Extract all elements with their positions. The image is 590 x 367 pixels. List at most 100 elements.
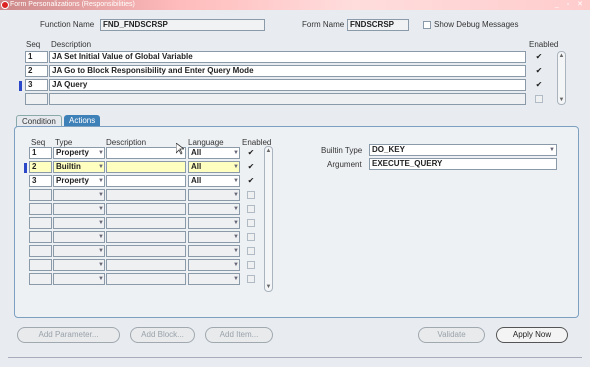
rule-description-field[interactable] [49, 93, 526, 105]
actions-seq-header: Seq [31, 138, 46, 147]
action-seq-field[interactable] [29, 189, 52, 201]
argument-field[interactable]: EXECUTE_QUERY [369, 158, 557, 170]
rules-scrollbar[interactable]: ▲ ▼ [557, 51, 566, 105]
chevron-down-icon[interactable]: ▼ [98, 246, 104, 256]
add-parameter-button[interactable]: Add Parameter... [17, 327, 120, 343]
chevron-down-icon[interactable]: ▼ [98, 148, 104, 158]
chevron-down-icon[interactable]: ▼ [233, 260, 239, 270]
current-action-indicator [24, 163, 27, 173]
chevron-down-icon[interactable]: ▼ [233, 274, 239, 284]
chevron-down-icon[interactable]: ▼ [233, 148, 239, 158]
rule-description-field[interactable]: JA Set Initial Value of Global Variable [49, 51, 526, 63]
builtin-type-label: Builtin Type [321, 146, 363, 155]
action-seq-field[interactable]: 1 [29, 147, 52, 159]
chevron-down-icon[interactable]: ▼ [233, 232, 239, 242]
chevron-down-icon[interactable]: ▼ [98, 176, 104, 186]
form-name-label: Form Name [302, 20, 345, 29]
action-seq-field[interactable] [29, 203, 52, 215]
chevron-down-icon[interactable]: ▼ [233, 204, 239, 214]
action-enabled-checkbox[interactable] [247, 261, 255, 269]
action-enabled-checkbox[interactable] [247, 275, 255, 283]
action-enabled-checkbox[interactable] [247, 247, 255, 255]
chevron-down-icon[interactable]: ▼ [98, 190, 104, 200]
chevron-down-icon[interactable]: ▼ [233, 246, 239, 256]
rule-enabled-checkbox[interactable]: ✔ [535, 67, 543, 75]
rule-seq-field[interactable] [25, 93, 48, 105]
action-seq-field[interactable] [29, 231, 52, 243]
rules-seq-header: Seq [26, 40, 41, 49]
action-description-field[interactable] [106, 147, 186, 159]
action-seq-field[interactable]: 2 [29, 161, 52, 173]
action-enabled-checkbox[interactable] [247, 233, 255, 241]
mouse-cursor-icon [176, 143, 184, 155]
add-block-button[interactable]: Add Block... [130, 327, 195, 343]
action-description-field[interactable] [106, 217, 186, 229]
oracle-app-icon [1, 1, 9, 9]
scroll-up-icon[interactable]: ▲ [558, 52, 565, 60]
current-record-indicator [19, 81, 22, 91]
action-enabled-checkbox[interactable]: ✔ [247, 177, 255, 185]
function-name-field[interactable]: FND_FNDSCRSP [100, 19, 265, 31]
chevron-down-icon[interactable]: ▼ [549, 145, 555, 155]
form-personalizations-window: Form Personalizations (Responsibilities)… [0, 0, 590, 367]
rule-description-field[interactable]: JA Go to Block Responsibility and Enter … [49, 65, 526, 77]
chevron-down-icon[interactable]: ▼ [98, 274, 104, 284]
rule-enabled-checkbox[interactable]: ✔ [535, 81, 543, 89]
action-seq-field[interactable] [29, 259, 52, 271]
action-enabled-checkbox[interactable]: ✔ [247, 163, 255, 171]
chevron-down-icon[interactable]: ▼ [98, 204, 104, 214]
action-enabled-checkbox[interactable]: ✔ [247, 149, 255, 157]
show-debug-label: Show Debug Messages [434, 20, 519, 29]
rule-description-field[interactable]: JA Query [49, 79, 526, 91]
scroll-down-icon[interactable]: ▼ [265, 283, 272, 291]
rule-enabled-checkbox[interactable]: ✔ [535, 53, 543, 61]
scroll-up-icon[interactable]: ▲ [265, 147, 272, 155]
actions-language-header: Language [188, 138, 224, 147]
chevron-down-icon[interactable]: ▼ [233, 162, 239, 172]
chevron-down-icon[interactable]: ▼ [98, 162, 104, 172]
action-description-field[interactable] [106, 161, 186, 173]
validate-button[interactable]: Validate [418, 327, 485, 343]
action-seq-field[interactable]: 3 [29, 175, 52, 187]
action-description-field[interactable] [106, 273, 186, 285]
rules-description-header: Description [51, 40, 92, 49]
action-description-field[interactable] [106, 231, 186, 243]
function-name-label: Function Name [40, 20, 95, 29]
action-description-field[interactable] [106, 175, 186, 187]
form-name-field[interactable]: FNDSCRSP [347, 19, 409, 31]
action-seq-field[interactable] [29, 273, 52, 285]
actions-description-header: Description [106, 138, 147, 147]
rule-seq-field[interactable]: 3 [25, 79, 48, 91]
chevron-down-icon[interactable]: ▼ [233, 190, 239, 200]
action-enabled-checkbox[interactable] [247, 219, 255, 227]
scroll-down-icon[interactable]: ▼ [558, 96, 565, 104]
action-description-field[interactable] [106, 245, 186, 257]
chevron-down-icon[interactable]: ▼ [98, 218, 104, 228]
action-description-field[interactable] [106, 259, 186, 271]
actions-scrollbar[interactable]: ▲ ▼ [264, 146, 273, 292]
chevron-down-icon[interactable]: ▼ [233, 218, 239, 228]
action-enabled-checkbox[interactable] [247, 205, 255, 213]
actions-type-header: Type [55, 138, 73, 147]
title-bar: Form Personalizations (Responsibilities)… [0, 0, 590, 10]
chevron-down-icon[interactable]: ▼ [98, 260, 104, 270]
add-item-button[interactable]: Add Item... [205, 327, 273, 343]
action-description-field[interactable] [106, 203, 186, 215]
chevron-down-icon[interactable]: ▼ [98, 232, 104, 242]
rules-enabled-header: Enabled [529, 40, 559, 49]
bottom-divider [8, 357, 582, 358]
action-seq-field[interactable] [29, 217, 52, 229]
window-controls[interactable]: _ ▫ ✕ [555, 0, 586, 10]
rule-enabled-checkbox[interactable] [535, 95, 543, 103]
action-description-field[interactable] [106, 189, 186, 201]
rule-seq-field[interactable]: 2 [25, 65, 48, 77]
chevron-down-icon[interactable]: ▼ [233, 176, 239, 186]
action-enabled-checkbox[interactable] [247, 191, 255, 199]
builtin-type-select[interactable]: DO_KEY [369, 144, 557, 156]
rule-seq-field[interactable]: 1 [25, 51, 48, 63]
action-seq-field[interactable] [29, 245, 52, 257]
window-title: Form Personalizations (Responsibilities) [10, 1, 135, 8]
argument-label: Argument [327, 160, 362, 169]
apply-now-button[interactable]: Apply Now [496, 327, 568, 343]
show-debug-checkbox[interactable] [423, 21, 431, 29]
